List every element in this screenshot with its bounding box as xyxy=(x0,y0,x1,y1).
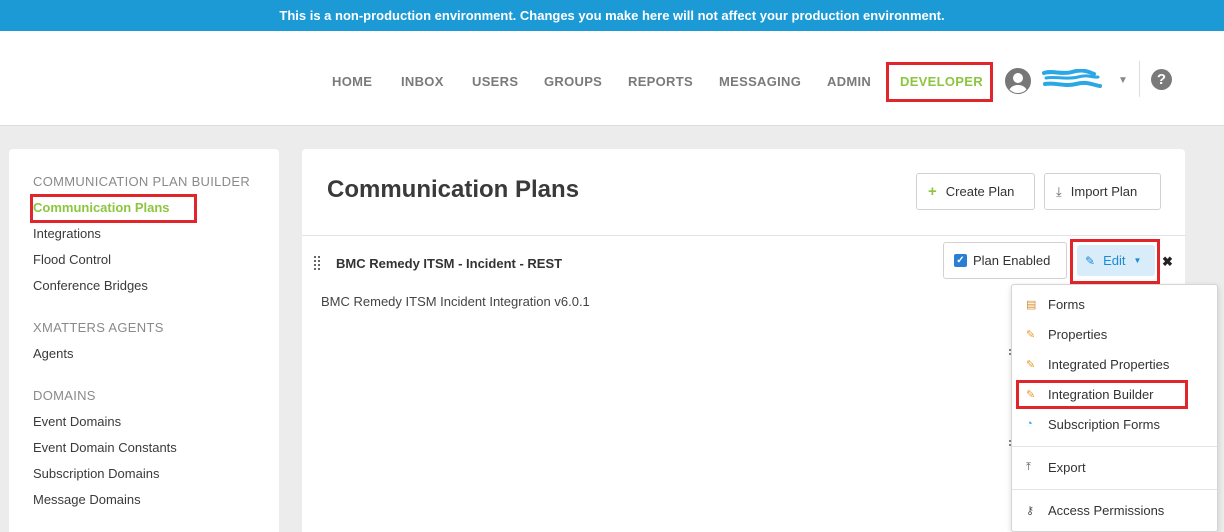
sidebar-item-event-domains[interactable]: Event Domains xyxy=(33,414,121,429)
sidebar-item-event-domain-constants[interactable]: Event Domain Constants xyxy=(33,440,177,455)
nav-home[interactable]: HOME xyxy=(332,74,372,89)
edit-label: Edit xyxy=(1103,253,1126,268)
plan-name[interactable]: BMC Remedy ITSM - Incident - REST xyxy=(336,256,562,271)
pencil-icon: ✎ xyxy=(1026,328,1036,341)
menu-item-forms-label: Forms xyxy=(1048,296,1085,312)
sidebar-item-agents[interactable]: Agents xyxy=(33,346,73,361)
nav-divider xyxy=(1139,61,1140,97)
checkbox-checked-icon[interactable]: ✓ xyxy=(954,254,967,267)
pencil-icon: ✎ xyxy=(1026,358,1036,371)
menu-item-integrated-properties-label: Integrated Properties xyxy=(1048,356,1170,372)
create-plan-label: Create Plan xyxy=(945,184,1015,199)
menu-separator-2 xyxy=(1012,489,1217,490)
plan-enabled-label: Plan Enabled xyxy=(973,253,1051,268)
caret-down-icon: ▼ xyxy=(1133,256,1142,265)
pencil-icon: ✎ xyxy=(1026,388,1036,401)
plus-icon: + xyxy=(928,183,937,200)
user-avatar[interactable] xyxy=(1006,69,1030,93)
user-menu-chevron-down-icon[interactable]: ▼ xyxy=(1118,75,1128,86)
nav-users[interactable]: USERS xyxy=(472,74,518,89)
menu-item-access-permissions[interactable]: ⚷ Access Permissions xyxy=(1012,498,1217,522)
edit-dropdown-menu: ▤ Forms ✎ Properties ✎ Integrated Proper… xyxy=(1011,284,1218,532)
nav-messaging[interactable]: MESSAGING xyxy=(719,74,801,89)
sidebar-item-conference-bridges[interactable]: Conference Bridges xyxy=(33,278,148,293)
menu-item-forms[interactable]: ▤ Forms xyxy=(1012,292,1217,316)
sidebar-item-subscription-domains[interactable]: Subscription Domains xyxy=(33,466,159,481)
import-plan-label: Import Plan xyxy=(1070,184,1138,199)
nav-inbox[interactable]: INBOX xyxy=(401,74,444,89)
sidebar-heading-communication-plan-builder: COMMUNICATION PLAN BUILDER xyxy=(33,174,251,189)
edit-button[interactable]: ✎ Edit ▼ xyxy=(1077,245,1155,276)
key-icon: ⚷ xyxy=(1026,504,1035,517)
plan-enabled-toggle[interactable]: ✓ Plan Enabled xyxy=(943,242,1067,279)
menu-item-properties-label: Properties xyxy=(1048,326,1108,342)
sidebar-heading-xmatters-agents: XMATTERS AGENTS xyxy=(33,320,164,335)
plan-description: BMC Remedy ITSM Incident Integration v6.… xyxy=(321,294,590,309)
drag-handle-icon[interactable] xyxy=(314,256,322,270)
nav-admin[interactable]: ADMIN xyxy=(827,74,871,89)
environment-banner: This is a non-production environment. Ch… xyxy=(0,0,1224,31)
nav-groups[interactable]: GROUPS xyxy=(544,74,602,89)
import-plan-button[interactable]: ⤓ Import Plan xyxy=(1044,173,1161,210)
sidebar-item-communication-plans[interactable]: Communication Plans xyxy=(33,200,170,215)
sidebar: COMMUNICATION PLAN BUILDER Communication… xyxy=(9,149,279,532)
download-icon: ⤓ xyxy=(1056,183,1062,199)
sidebar-item-flood-control[interactable]: Flood Control xyxy=(33,252,111,267)
menu-item-integration-builder-label: Integration Builder xyxy=(1048,386,1154,402)
create-plan-button[interactable]: + Create Plan xyxy=(916,173,1035,210)
menu-item-access-permissions-label: Access Permissions xyxy=(1048,502,1165,518)
menu-item-subscription-forms[interactable]: ◔ Subscription Forms xyxy=(1012,412,1217,436)
sidebar-item-message-domains[interactable]: Message Domains xyxy=(33,492,141,507)
divider xyxy=(302,235,1185,236)
remove-plan-icon[interactable]: ✖ xyxy=(1162,254,1173,270)
redacted-username-scribble xyxy=(1042,69,1102,88)
menu-item-subscription-forms-label: Subscription Forms xyxy=(1048,416,1160,432)
sidebar-heading-domains: DOMAINS xyxy=(33,388,96,403)
forms-icon: ▤ xyxy=(1026,298,1037,311)
help-icon[interactable]: ? xyxy=(1151,69,1172,90)
menu-item-integrated-properties[interactable]: ✎ Integrated Properties xyxy=(1012,352,1217,376)
sidebar-item-integrations[interactable]: Integrations xyxy=(33,226,101,241)
nav-developer[interactable]: DEVELOPER xyxy=(900,74,983,89)
menu-item-integration-builder[interactable]: ✎ Integration Builder xyxy=(1012,382,1217,406)
page-title: Communication Plans xyxy=(327,176,580,203)
pencil-icon: ✎ xyxy=(1085,253,1096,268)
menu-item-export[interactable]: ⤒ Export xyxy=(1012,455,1217,479)
menu-item-properties[interactable]: ✎ Properties xyxy=(1012,322,1217,346)
top-header: HOME INBOX USERS GROUPS REPORTS MESSAGIN… xyxy=(0,31,1224,126)
menu-separator xyxy=(1012,446,1217,447)
rss-icon: ◔ xyxy=(1026,418,1033,430)
nav-reports[interactable]: REPORTS xyxy=(628,74,693,89)
menu-item-export-label: Export xyxy=(1048,459,1086,475)
upload-icon: ⤒ xyxy=(1026,460,1031,473)
